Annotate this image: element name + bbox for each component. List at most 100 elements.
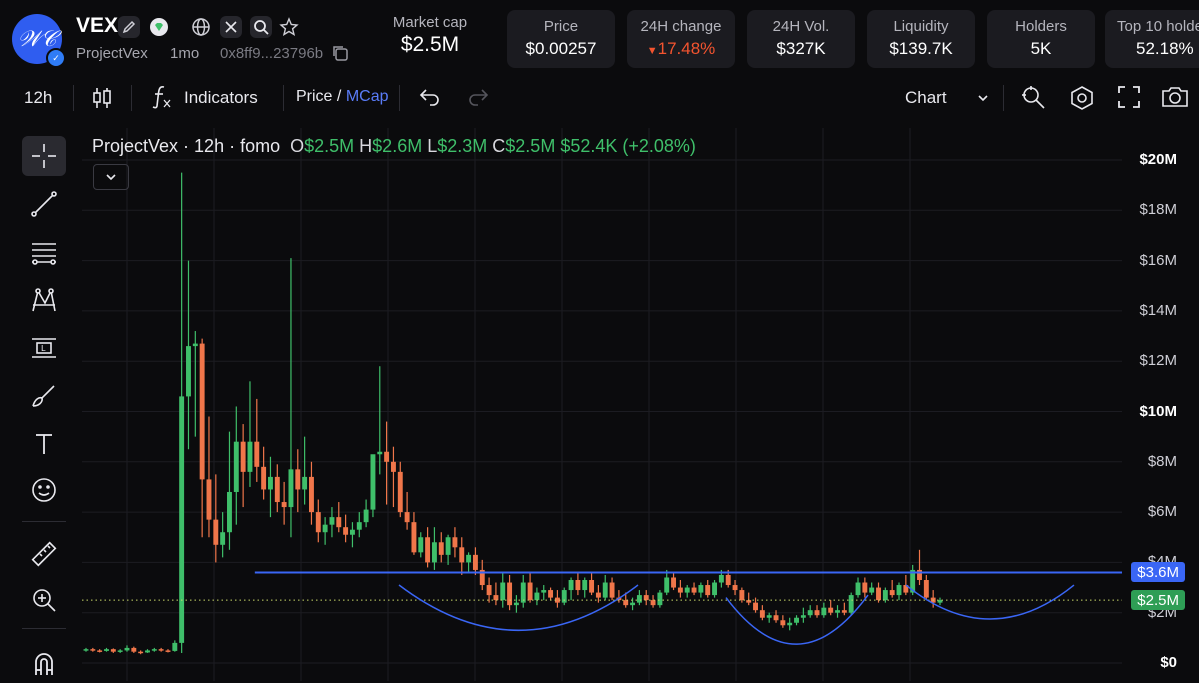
candlestick-type-icon[interactable] [92, 86, 112, 115]
candle-body [807, 610, 813, 616]
fullscreen-icon[interactable] [1116, 84, 1142, 115]
y-tick-label: $10M [1139, 402, 1177, 420]
legend-low-value: $2.3M [437, 136, 488, 156]
screenshot-camera-icon[interactable] [1160, 84, 1190, 115]
parallel-lines-tool-icon[interactable] [22, 232, 66, 272]
y-tick-label: $20M [1139, 151, 1177, 168]
candle-body [247, 441, 253, 472]
magnet-icon[interactable] [22, 643, 66, 683]
legend-collapse-button[interactable] [93, 164, 129, 190]
undo-icon[interactable] [418, 86, 442, 113]
chevron-down-icon[interactable] [976, 90, 990, 110]
candle-body [397, 471, 403, 513]
candle-body [227, 491, 232, 533]
divider [283, 85, 284, 111]
mcap-option[interactable]: MCap [346, 88, 389, 105]
legend-high-value: $2.6M [372, 136, 423, 156]
candle-body [158, 649, 164, 651]
candle-body [780, 620, 786, 626]
price-mcap-toggle[interactable]: Price / MCap [296, 88, 389, 106]
y-tick-label: $18M [1139, 201, 1177, 219]
candle-body [882, 590, 888, 601]
candle-body [835, 610, 840, 613]
candle-body [356, 522, 362, 530]
candle-body [329, 517, 335, 525]
candle-body [800, 615, 806, 618]
redo-icon[interactable] [466, 86, 490, 113]
candle-body [431, 542, 437, 563]
candle-body [718, 574, 724, 583]
pencil-icon[interactable] [118, 16, 140, 38]
price-chart[interactable] [82, 128, 1199, 681]
slash: / [336, 88, 342, 105]
candle-body [254, 441, 260, 467]
divider [22, 521, 66, 522]
gem-icon[interactable] [148, 16, 170, 38]
zoom-cursor-icon[interactable] [1020, 84, 1048, 117]
candle-body [336, 517, 342, 528]
candle-body [643, 595, 649, 601]
candle-body [452, 537, 458, 548]
indicators-fx-icon[interactable] [150, 84, 174, 115]
token-age: 1mo [170, 45, 200, 62]
candle-body [794, 617, 799, 623]
candle-body [343, 527, 349, 535]
candle-body [896, 585, 902, 596]
y-tick-label: $8M [1147, 452, 1177, 470]
crosshair-tool-icon[interactable] [22, 136, 66, 176]
star-icon[interactable] [278, 16, 300, 38]
divider [73, 85, 74, 111]
candle-body [411, 522, 417, 553]
candle-body [83, 649, 89, 651]
indicators-button[interactable]: Indicators [184, 88, 258, 108]
candle-body [104, 649, 109, 651]
settings-hex-icon[interactable] [1068, 84, 1096, 117]
trend-line-tool-icon[interactable] [22, 184, 66, 224]
candle-body [199, 343, 205, 480]
legend-open-label: O [290, 136, 305, 156]
pattern-tool-icon[interactable] [22, 280, 66, 320]
x-logo-icon[interactable] [220, 16, 242, 38]
candle-body [268, 476, 273, 490]
candle-body [636, 595, 642, 603]
candle-body [233, 441, 239, 492]
candle-body [766, 615, 772, 618]
divider [1003, 85, 1004, 111]
candle-body [657, 592, 663, 606]
logo-text: 𝒲𝒞 [17, 26, 57, 52]
interval-selector[interactable]: 12h [24, 88, 52, 108]
candle-body [814, 610, 820, 616]
legend-change: $52.4K (+2.08%) [560, 136, 696, 156]
copy-icon[interactable] [331, 44, 349, 62]
ruler-tool-icon[interactable] [22, 534, 66, 574]
chevron-down-icon [106, 174, 116, 181]
drawing-tools-panel: L [0, 128, 86, 681]
chart-mode-select[interactable]: Chart [905, 88, 947, 108]
candle-body [513, 602, 519, 606]
divider [22, 628, 66, 629]
candle-body [684, 587, 690, 593]
globe-icon[interactable] [190, 16, 212, 38]
price-option[interactable]: Price [296, 88, 332, 105]
stat-price: Price $0.00257 [507, 10, 615, 68]
zoom-in-icon[interactable] [22, 580, 66, 620]
contract-address: 0x8ff9...23796b [220, 45, 324, 62]
candle-body [288, 469, 294, 508]
candle-body [561, 590, 567, 603]
long-position-tool-icon[interactable]: L [22, 328, 66, 368]
stat-value: $327K [776, 39, 826, 58]
stat-24h-change: 24H change ▼17.48% [627, 10, 735, 68]
legend-low-label: L [427, 136, 438, 156]
candle-body [261, 466, 267, 490]
emoji-tool-icon[interactable] [22, 470, 66, 510]
candle-body [425, 537, 431, 563]
brush-tool-icon[interactable] [22, 376, 66, 416]
text-tool-icon[interactable] [22, 424, 66, 464]
current-price-tag: $2.5M [1131, 590, 1185, 611]
legend-high-label: H [359, 136, 373, 156]
y-tick-label: $12M [1139, 352, 1177, 370]
candle-body [848, 595, 854, 613]
stat-label: Liquidity [893, 18, 949, 35]
search-icon[interactable] [250, 16, 272, 38]
candle-body [165, 650, 171, 652]
